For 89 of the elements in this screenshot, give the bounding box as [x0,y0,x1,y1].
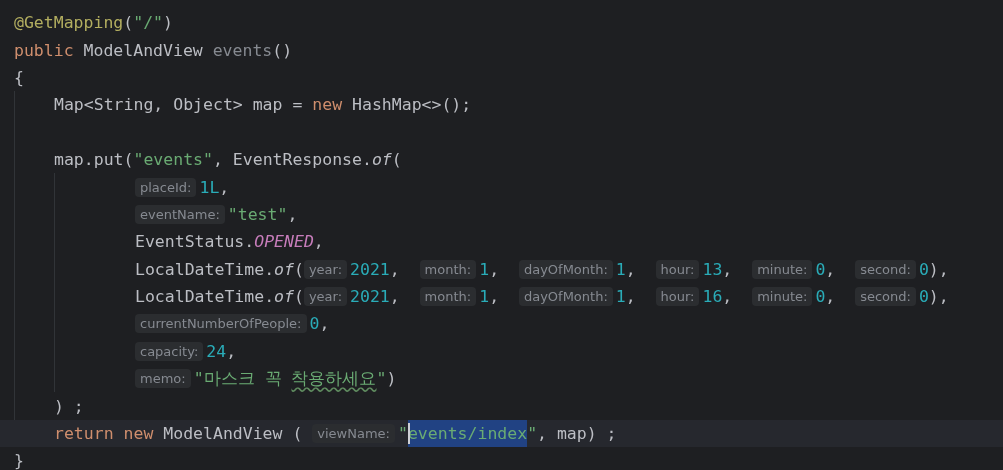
method-call: of [274,287,294,307]
parameter-hint: month: [419,259,477,279]
number-literal: 0 [815,259,826,279]
number-literal: 1 [615,259,626,279]
code-text: ( [123,13,134,33]
code-text: , [722,287,734,307]
number-literal: 1L [199,177,220,197]
parameter-hint: capacity: [135,341,204,361]
parameter-hint: minute: [752,259,813,279]
number-literal: 16 [702,287,723,307]
number-literal: 2021 [350,259,390,279]
code-text: ) [386,369,397,389]
string-literal: " [376,369,387,389]
parameter-hint: currentNumberOfPeople: [135,314,307,334]
code-text: { [14,67,24,87]
code-text: , [389,287,401,307]
method-call: of [371,150,392,170]
parameter-hint: minute: [752,287,813,307]
annotation: @GetMapping [14,13,124,33]
parameter-hint: placeId: [135,177,197,197]
code-text: LocalDateTime. [135,287,275,307]
number-literal: 2021 [350,287,390,307]
text-caret [407,423,410,445]
parameter-hint: year: [303,287,348,307]
code-text: ) ; [54,396,84,416]
number-literal: 0 [918,287,929,307]
code-text: ModelAndView ( [162,424,304,444]
code-text: , [313,232,324,252]
number-literal: 1 [615,287,626,307]
code-text: () [272,40,293,60]
method-name: events [212,40,273,60]
enum-constant: OPENED [254,232,314,252]
code-text: ( [293,287,304,307]
parameter-hint: eventName: [135,204,225,224]
keyword: return new [54,424,154,444]
number-literal: 0 [815,287,826,307]
code-text: , [287,204,298,224]
code-text: , [226,341,237,361]
code-text: ), [928,259,949,279]
number-literal: 0 [918,259,929,279]
number-literal: 1 [479,259,490,279]
string-literal: " [397,424,408,444]
code-text: LocalDateTime. [135,259,275,279]
string-literal: "test" [227,204,288,224]
code-text: , [489,287,501,307]
code-text: Map<String, Object> map = [54,95,304,115]
code-text: map.put( [54,150,134,170]
parameter-hint: dayOfMonth: [518,259,613,279]
parameter-hint: hour: [655,259,700,279]
code-text: , [825,287,837,307]
string-literal: "마스크 꼭 [193,367,283,390]
string-literal: " [527,424,538,444]
selected-text: events/index [407,420,528,448]
parameter-hint: second: [855,259,916,279]
code-text: } [14,451,24,470]
number-literal: 0 [309,314,320,334]
parameter-hint: hour: [655,287,700,307]
code-text: , [722,259,734,279]
parameter-hint: viewName: [312,424,395,444]
parameter-hint: month: [419,287,477,307]
code-text: ), [928,287,949,307]
code-text: HashMap<>(); [351,95,472,115]
misspelled-text: 착용하세요 [291,367,377,390]
number-literal: 24 [206,341,227,361]
code-text: ModelAndView [82,40,204,60]
code-text: , [389,259,401,279]
code-text: , [625,287,637,307]
code-text: ( [293,259,304,279]
code-text: , [489,259,501,279]
code-text: , map) ; [537,424,617,444]
string-literal: "/" [133,13,164,33]
code-text: ) [163,13,173,33]
code-text: , [319,314,330,334]
number-literal: 13 [702,259,723,279]
string-literal: "events" [133,150,213,170]
keyword: public [14,40,74,60]
parameter-hint: dayOfMonth: [518,287,613,307]
code-text: , EventResponse. [212,150,372,170]
parameter-hint: second: [855,287,916,307]
keyword: new [312,95,343,115]
number-literal: 1 [479,287,490,307]
code-text: EventStatus. [135,232,255,252]
code-text: , [219,177,230,197]
method-call: of [274,259,294,279]
code-text: ( [391,150,402,170]
code-text: , [625,259,637,279]
code-text: , [825,259,837,279]
parameter-hint: memo: [135,369,191,389]
parameter-hint: year: [303,259,348,279]
